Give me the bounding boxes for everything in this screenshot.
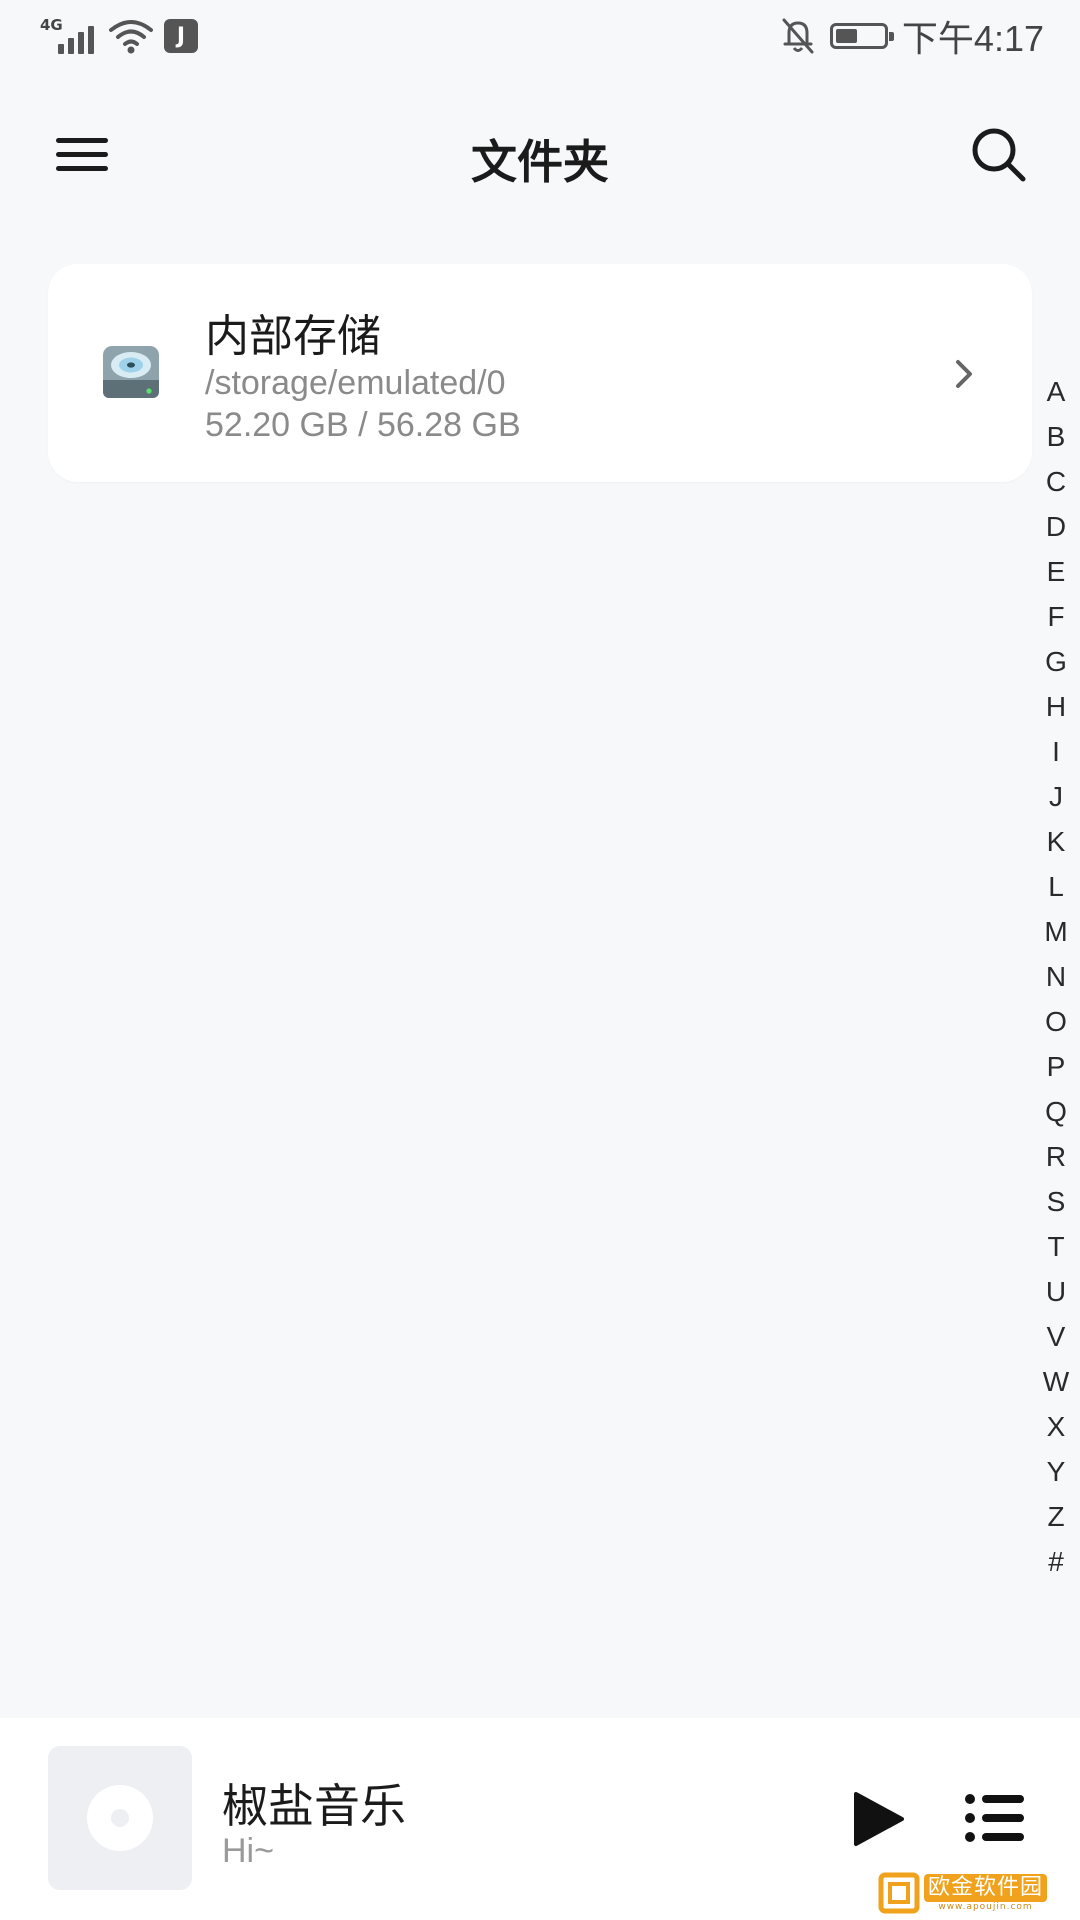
alphabet-index-letter[interactable]: C xyxy=(1036,464,1076,500)
alphabet-index-letter[interactable]: A xyxy=(1036,374,1076,410)
watermark-logo-icon xyxy=(878,1872,920,1914)
alphabet-index-letter[interactable]: N xyxy=(1036,959,1076,995)
alphabet-index-letter[interactable]: J xyxy=(1036,779,1076,815)
alphabet-index-letter[interactable]: G xyxy=(1036,644,1076,680)
internal-storage-item[interactable]: 内部存储 /storage/emulated/0 52.20 GB / 56.2… xyxy=(48,264,1032,482)
alphabet-index-letter[interactable]: # xyxy=(1036,1544,1076,1580)
watermark-url: www.apoujin.com xyxy=(938,1902,1033,1912)
track-subtitle: Hi~ xyxy=(222,1832,274,1870)
play-icon[interactable] xyxy=(846,1788,908,1850)
alphabet-index-letter[interactable]: L xyxy=(1036,869,1076,905)
alphabet-index-letter[interactable]: P xyxy=(1036,1049,1076,1085)
status-time: 下午4:17 xyxy=(901,18,1044,59)
app-notification-icon: J xyxy=(164,19,198,53)
alphabet-index-letter[interactable]: O xyxy=(1036,1004,1076,1040)
track-title: 椒盐音乐 xyxy=(222,1779,406,1833)
alphabet-index-letter[interactable]: U xyxy=(1036,1274,1076,1310)
hard-drive-icon xyxy=(103,346,159,398)
storage-name: 内部存储 xyxy=(205,311,381,362)
alphabet-index-letter[interactable]: Q xyxy=(1036,1094,1076,1130)
top-bar: 文件夹 xyxy=(0,100,1080,210)
bell-off-icon xyxy=(782,18,814,54)
alphabet-index-letter[interactable]: K xyxy=(1036,824,1076,860)
storage-path: /storage/emulated/0 xyxy=(205,364,506,402)
playlist-icon[interactable] xyxy=(964,1792,1026,1844)
cellular-signal-icon: 4G xyxy=(40,16,98,56)
status-left: 4G J xyxy=(40,16,198,56)
search-icon[interactable] xyxy=(968,124,1030,186)
alphabet-index-letter[interactable]: W xyxy=(1036,1364,1076,1400)
screen: 4G J 下午4:17 文件夹 内部存储 /storage/emulated/0… xyxy=(0,0,1080,1920)
alphabet-index-letter[interactable]: S xyxy=(1036,1184,1076,1220)
alphabet-index-letter[interactable]: H xyxy=(1036,689,1076,725)
album-art[interactable] xyxy=(48,1746,192,1890)
wifi-icon xyxy=(109,20,153,54)
alphabet-index-letter[interactable]: I xyxy=(1036,734,1076,770)
alphabet-index-letter[interactable]: X xyxy=(1036,1409,1076,1445)
watermark-text: 欧金软件园 xyxy=(924,1874,1048,1902)
battery-icon xyxy=(829,23,894,49)
alphabet-index-letter[interactable]: M xyxy=(1036,914,1076,950)
alphabet-index-letter[interactable]: T xyxy=(1036,1229,1076,1265)
alphabet-index-letter[interactable]: Z xyxy=(1036,1499,1076,1535)
watermark: 欧金软件园 www.apoujin.com xyxy=(878,1870,1074,1916)
alphabet-index-letter[interactable]: E xyxy=(1036,554,1076,590)
alphabet-index-letter[interactable]: B xyxy=(1036,419,1076,455)
alphabet-index-letter[interactable]: V xyxy=(1036,1319,1076,1355)
alphabet-index-letter[interactable]: Y xyxy=(1036,1454,1076,1490)
mini-player[interactable]: 椒盐音乐 Hi~ 欧金软件园 www.apoujin.com xyxy=(0,1718,1080,1920)
alphabet-index-letter[interactable]: D xyxy=(1036,509,1076,545)
alphabet-index-letter[interactable]: F xyxy=(1036,599,1076,635)
page-title: 文件夹 xyxy=(471,135,609,189)
chevron-right-icon xyxy=(956,360,972,388)
alphabet-index-letter[interactable]: R xyxy=(1036,1139,1076,1175)
status-bar: 4G J 下午4:17 xyxy=(0,0,1080,72)
status-right: 下午4:17 xyxy=(780,14,1044,59)
storage-size: 52.20 GB / 56.28 GB xyxy=(205,406,521,444)
